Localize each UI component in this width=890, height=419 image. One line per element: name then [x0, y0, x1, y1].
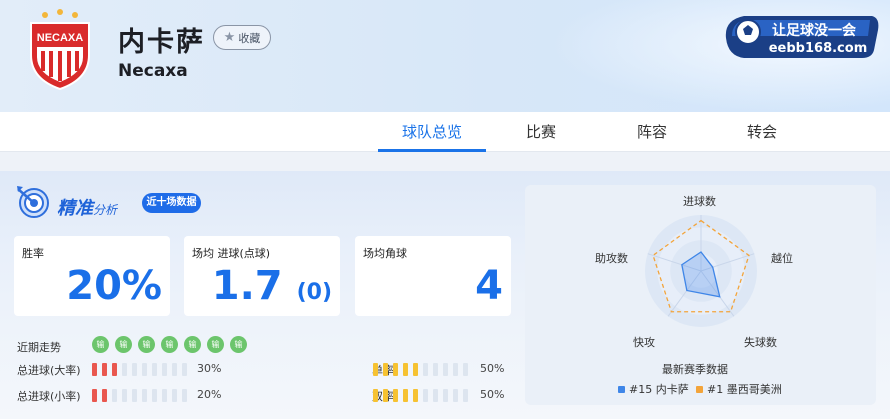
rate-bar-segment [152, 389, 157, 402]
even-rate-value: 50% [480, 388, 505, 401]
avg-corners-label: 场均角球 [363, 247, 407, 260]
rate-bar-segment [453, 389, 458, 402]
team-nav: 球队总览 比赛 阵容 转会 [0, 112, 890, 152]
rate-bar-segment [413, 363, 418, 376]
rate-bar-segment [92, 363, 97, 376]
rate-bar-segment [413, 389, 418, 402]
radar-axis-label: 助攻数 [595, 252, 628, 265]
analysis-title-main: 精准 [57, 198, 93, 219]
rate-bar-segment [373, 363, 378, 376]
rate-bar-segment [132, 389, 137, 402]
rate-bar-segment [182, 389, 187, 402]
target-icon [17, 186, 49, 218]
logo-text-top: 让足球没一会 [772, 22, 857, 39]
legend-label: #1 墨西哥美洲 [707, 383, 782, 396]
rate-bar-segment [112, 363, 117, 376]
rate-bar-segment [453, 363, 458, 376]
team-crest-icon: NECAXA [30, 9, 90, 91]
rate-bar-segment [152, 363, 157, 376]
rate-bar-segment [393, 363, 398, 376]
win-rate-label: 胜率 [22, 247, 44, 260]
team-name-cn: 内卡萨 [118, 27, 205, 58]
rate-bar-segment [102, 389, 107, 402]
recent-form-label: 近期走势 [17, 341, 61, 354]
under-rate-label: 总进球(小率) [17, 390, 81, 403]
radar-axis-label: 快攻 [633, 336, 655, 349]
over-rate-label: 总进球(大率) [17, 364, 81, 377]
form-result-dot: 输 [138, 336, 155, 353]
rate-bar-segment [92, 389, 97, 402]
rate-bar-segment [132, 363, 137, 376]
rate-bar-segment [142, 389, 147, 402]
analysis-title: 精准分析 [57, 194, 117, 220]
under-rate-value: 20% [197, 388, 222, 401]
rate-bar-segment [423, 363, 428, 376]
tab-transfers[interactable]: 转会 [738, 112, 786, 152]
tab-squad[interactable]: 阵容 [628, 112, 676, 152]
favorite-label: 收藏 [238, 31, 261, 45]
rate-bar-segment [182, 363, 187, 376]
rate-bar-segment [463, 389, 468, 402]
avg-goals-card: 场均 进球(点球) 1.7 (0) [184, 236, 340, 316]
radar-legend-title: 最新赛季数据 [662, 363, 728, 376]
rate-bar-segment [443, 389, 448, 402]
rate-bar-segment [172, 389, 177, 402]
rate-bar-segment [373, 389, 378, 402]
rate-bar-segment [443, 363, 448, 376]
rate-bar-segment [122, 389, 127, 402]
avg-goals-number: 1.7 [211, 263, 283, 309]
avg-corners-value: 4 [475, 263, 503, 309]
avg-goals-value: 1.7 (0) [212, 263, 332, 309]
rate-bar-segment [162, 389, 167, 402]
rate-bar-segment [383, 363, 388, 376]
form-result-dot: 输 [230, 336, 247, 353]
rate-bar-segment [403, 363, 408, 376]
legend-label: #15 内卡萨 [629, 383, 689, 396]
tab-matches[interactable]: 比赛 [517, 112, 565, 152]
favorite-button[interactable]: ★ 收藏 [213, 25, 271, 50]
rate-bar-segment [172, 363, 177, 376]
radar-chart [645, 215, 757, 327]
avg-goals-label: 场均 进球(点球) [192, 247, 271, 260]
analysis-title-sub: 分析 [93, 203, 118, 217]
rate-bar-segment [433, 363, 438, 376]
crest-text: NECAXA [37, 32, 84, 44]
rate-bar-segment [112, 389, 117, 402]
form-result-dot: 输 [92, 336, 109, 353]
rate-bar-segment [122, 363, 127, 376]
over-rate-value: 30% [197, 362, 222, 375]
tab-overview[interactable]: 球队总览 [378, 112, 486, 152]
radar-axis-label: 进球数 [683, 195, 716, 208]
radar-axis-label: 失球数 [744, 336, 777, 349]
win-rate-value: 20% [66, 263, 162, 309]
avg-corners-card: 场均角球 4 [355, 236, 511, 316]
logo-text-bottom: eebb168.com [769, 41, 868, 56]
rate-bar-segment [393, 389, 398, 402]
legend-item-america: #1 墨西哥美洲 [696, 381, 782, 397]
rate-bar-segment [403, 389, 408, 402]
analysis-badge: 近十场数据 [142, 193, 201, 213]
rate-bar-segment [162, 363, 167, 376]
rate-bar-segment [102, 363, 107, 376]
legend-swatch [618, 385, 625, 393]
form-result-dot: 输 [115, 336, 132, 353]
rate-bar-segment [463, 363, 468, 376]
rate-bar-segment [423, 389, 428, 402]
win-rate-card: 胜率 20% [14, 236, 170, 316]
odd-rate-value: 50% [480, 362, 505, 375]
rate-bar-segment [142, 363, 147, 376]
legend-swatch [696, 385, 703, 393]
rate-bar-segment [433, 389, 438, 402]
radar-axis-label: 越位 [771, 252, 793, 265]
star-icon: ★ [223, 30, 236, 45]
rate-bar-segment [383, 389, 388, 402]
team-name-en: Necaxa [118, 61, 188, 81]
form-result-dot: 输 [207, 336, 224, 353]
form-result-dot: 输 [184, 336, 201, 353]
legend-item-necaxa: #15 内卡萨 [618, 381, 689, 397]
avg-penalty-value: (0) [296, 280, 332, 305]
site-logo[interactable]: 让足球没一会 eebb168.com [722, 10, 882, 62]
form-result-dot: 输 [161, 336, 178, 353]
